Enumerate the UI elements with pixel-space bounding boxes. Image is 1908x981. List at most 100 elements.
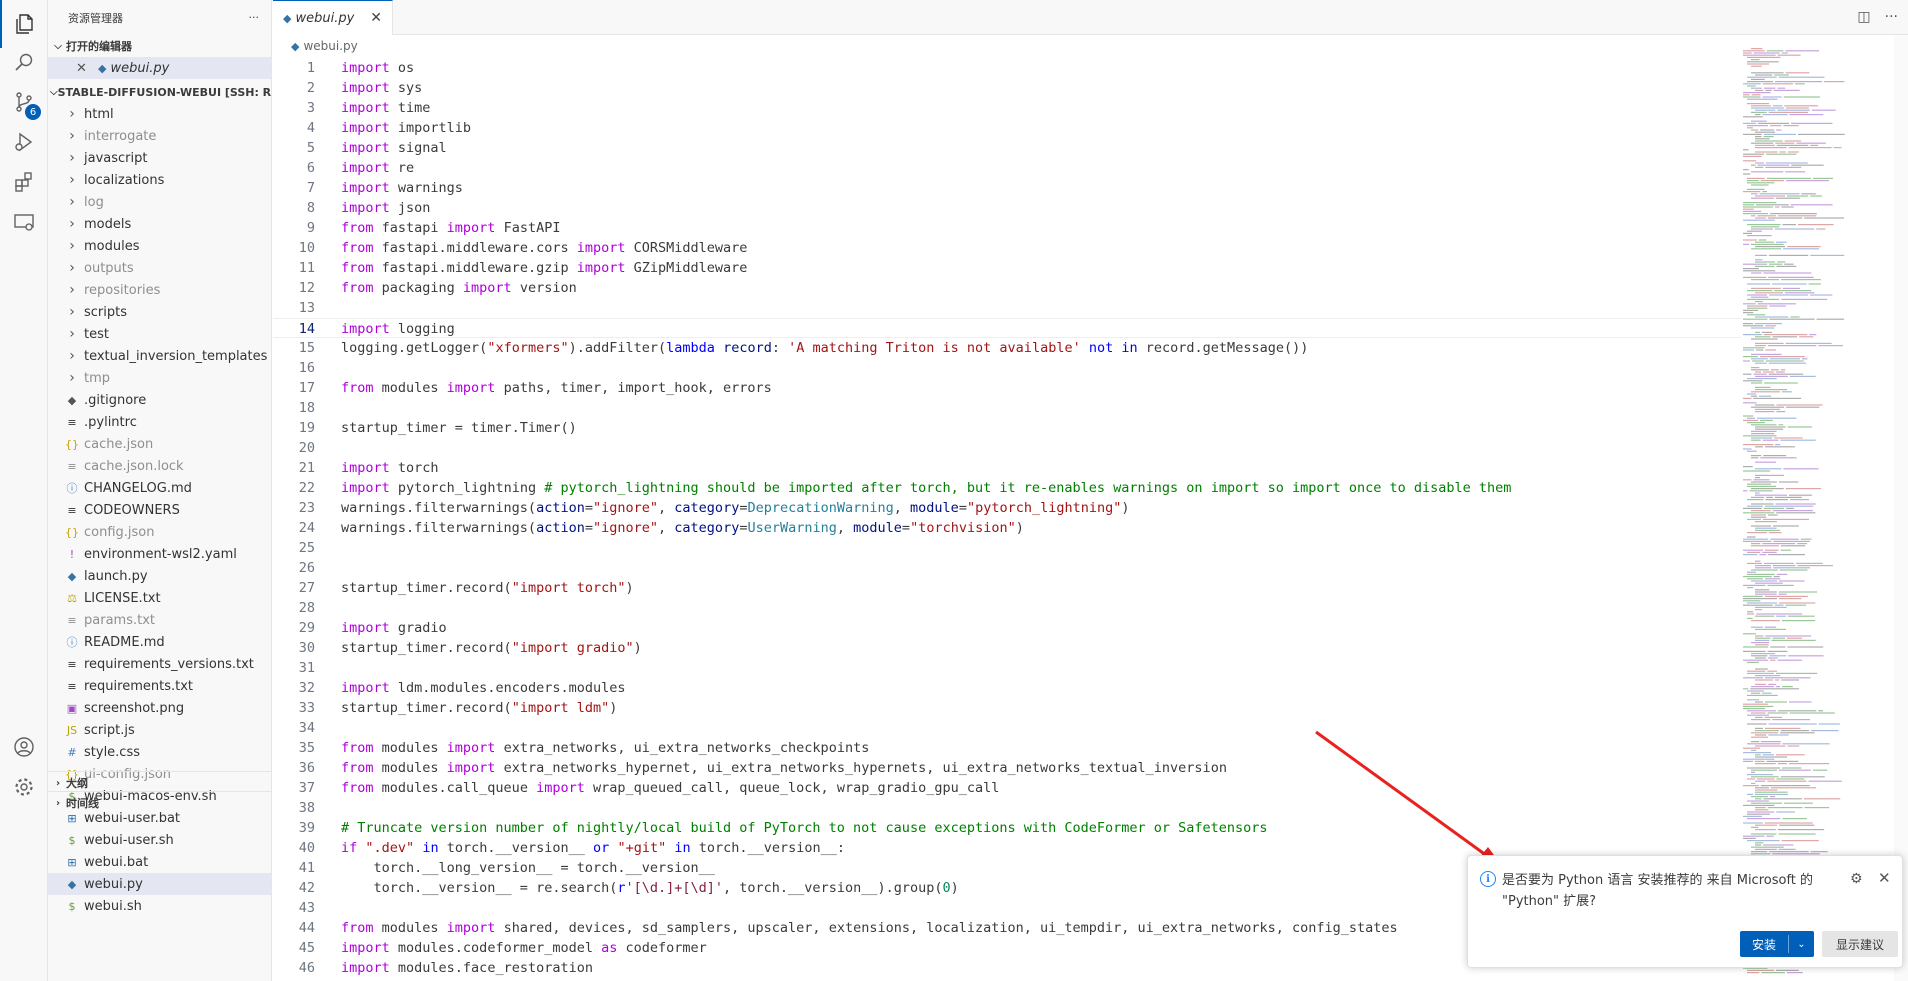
code-line[interactable]: 24 warnings.filterwarnings(action="ignore… — [273, 518, 1773, 538]
tree-item[interactable]: ≡ requirements_versions.txt — [48, 653, 271, 675]
tree-item[interactable]: ◆ .gitignore — [48, 389, 271, 411]
code-line[interactable]: 10 from fastapi.middleware.cors import CO… — [273, 238, 1773, 258]
code-line[interactable]: 39 # Truncate version number of nightly/l… — [273, 818, 1773, 838]
tree-item[interactable]: › repositories — [48, 279, 271, 301]
code-editor[interactable]: 1 import os 2 import sys 3 import time 4 import… — [273, 58, 1773, 981]
code-line[interactable]: 11 from fastapi.middleware.gzip import GZ… — [273, 258, 1773, 278]
tree-item[interactable]: {} cache.json — [48, 433, 271, 455]
code-line[interactable]: 8 import json — [273, 198, 1773, 218]
tree-item[interactable]: › localizations — [48, 169, 271, 191]
workspace-section[interactable]: ⌵ STABLE-DIFFUSION-WEBUI [SSH: RE... — [48, 81, 271, 103]
tree-item[interactable]: ⊞ webui.bat — [48, 851, 271, 873]
code-line[interactable]: 12 from packaging import version — [273, 278, 1773, 298]
tree-item[interactable]: # style.css — [48, 741, 271, 763]
split-editor-icon[interactable]: ◫ — [1857, 9, 1870, 25]
remote-explorer-activity[interactable] — [0, 198, 48, 246]
code-line[interactable]: 28 — [273, 598, 1773, 618]
code-line[interactable]: 25 — [273, 538, 1773, 558]
code-line[interactable]: 3 import time — [273, 98, 1773, 118]
code-line[interactable]: 35 from modules import extra_networks, ui… — [273, 738, 1773, 758]
install-button[interactable]: 安装 ⌄ — [1740, 931, 1814, 957]
code-line[interactable]: 16 — [273, 358, 1773, 378]
tree-item[interactable]: ! environment-wsl2.yaml — [48, 543, 271, 565]
code-line[interactable]: 37 from modules.call_queue import wrap_qu… — [273, 778, 1773, 798]
code-line[interactable]: 20 — [273, 438, 1773, 458]
tree-item[interactable]: › models — [48, 213, 271, 235]
tree-item[interactable]: › tmp — [48, 367, 271, 389]
minimap[interactable] — [1741, 44, 1849, 981]
code-line[interactable]: 32 import ldm.modules.encoders.modules — [273, 678, 1773, 698]
tree-item[interactable]: JS script.js — [48, 719, 271, 741]
code-line[interactable]: 38 — [273, 798, 1773, 818]
tree-item[interactable]: ≡ requirements.txt — [48, 675, 271, 697]
code-line[interactable]: 30 startup_timer.record("import gradio") — [273, 638, 1773, 658]
tree-item[interactable]: › interrogate — [48, 125, 271, 147]
open-editors-section[interactable]: ⌵ 打开的编辑器 — [48, 35, 271, 57]
breadcrumb[interactable]: ◆ webui.py — [273, 35, 1908, 57]
tree-item[interactable]: ◆ webui.py — [48, 873, 271, 895]
tree-item[interactable]: $ webui-user.sh — [48, 829, 271, 851]
code-line[interactable]: 17 from modules import paths, timer, impo… — [273, 378, 1773, 398]
open-editor-item[interactable]: ✕ ◆ webui.py — [48, 57, 271, 79]
code-line[interactable]: 36 from modules import extra_networks_hyp… — [273, 758, 1773, 778]
minimap-line — [1789, 375, 1816, 377]
minimap-line — [1755, 246, 1786, 248]
tree-item[interactable]: › html — [48, 103, 271, 125]
tree-item[interactable]: $ webui.sh — [48, 895, 271, 917]
more-actions-icon[interactable]: ··· — [1885, 9, 1898, 25]
tree-item[interactable]: ⓘ CHANGELOG.md — [48, 477, 271, 499]
tree-item[interactable]: {} config.json — [48, 521, 271, 543]
timeline-section[interactable]: › 时间线 — [48, 791, 271, 814]
manage-activity[interactable] — [0, 763, 48, 811]
code-line[interactable]: 18 — [273, 398, 1773, 418]
code-line[interactable]: 2 import sys — [273, 78, 1773, 98]
tree-item[interactable]: ≡ cache.json.lock — [48, 455, 271, 477]
minimap-line — [1743, 219, 1775, 221]
code-line[interactable]: 19 startup_timer = timer.Timer() — [273, 418, 1773, 438]
code-line[interactable]: 14 import logging — [273, 318, 1773, 338]
tree-item[interactable]: › textual_inversion_templates — [48, 345, 271, 367]
tree-item[interactable]: ▣ screenshot.png — [48, 697, 271, 719]
code-line[interactable]: 1 import os — [273, 58, 1773, 78]
tree-item[interactable]: › log — [48, 191, 271, 213]
code-line[interactable]: 23 warnings.filterwarnings(action="ignore… — [273, 498, 1773, 518]
code-line[interactable]: 6 import re — [273, 158, 1773, 178]
tree-item[interactable]: › javascript — [48, 147, 271, 169]
tree-item[interactable]: ⓘ README.md — [48, 631, 271, 653]
code-line[interactable]: 4 import importlib — [273, 118, 1773, 138]
code-line[interactable]: 15 logging.getLogger("xformers").addFilte… — [273, 338, 1773, 358]
minimap-line — [1743, 312, 1754, 314]
code-line[interactable]: 31 — [273, 658, 1773, 678]
code-line[interactable]: 34 — [273, 718, 1773, 738]
code-line[interactable]: 22 import pytorch_lightning # pytorch_lig… — [273, 478, 1773, 498]
vertical-scrollbar[interactable] — [1894, 35, 1908, 981]
tab-close-icon[interactable]: ✕ — [370, 10, 382, 26]
code-line[interactable]: 9 from fastapi import FastAPI — [273, 218, 1773, 238]
tree-item[interactable]: › modules — [48, 235, 271, 257]
chevron-down-icon[interactable]: ⌄ — [1789, 939, 1814, 950]
close-icon[interactable]: ✕ — [1878, 869, 1891, 887]
tree-item[interactable]: ≡ .pylintrc — [48, 411, 271, 433]
code-line[interactable]: 29 import gradio — [273, 618, 1773, 638]
tab-webui-py[interactable]: ◆ webui.py ✕ — [273, 0, 393, 35]
more-actions-icon[interactable]: ··· — [249, 11, 260, 24]
tree-item[interactable]: ≡ params.txt — [48, 609, 271, 631]
code-line[interactable]: 26 — [273, 558, 1773, 578]
tree-item[interactable]: › outputs — [48, 257, 271, 279]
code-line[interactable]: 5 import signal — [273, 138, 1773, 158]
chevron-right-icon: › — [69, 370, 75, 386]
tree-item[interactable]: ◆ launch.py — [48, 565, 271, 587]
code-line[interactable]: 21 import torch — [273, 458, 1773, 478]
tree-item[interactable]: ⚖ LICENSE.txt — [48, 587, 271, 609]
code-line[interactable]: 13 — [273, 298, 1773, 318]
tree-item[interactable]: › scripts — [48, 301, 271, 323]
code-line[interactable]: 27 startup_timer.record("import torch") — [273, 578, 1773, 598]
tree-item[interactable]: ≡ CODEOWNERS — [48, 499, 271, 521]
gear-icon[interactable]: ⚙ — [1850, 871, 1863, 887]
tree-item[interactable]: › test — [48, 323, 271, 345]
minimap-line — [1743, 466, 1753, 468]
show-suggestions-button[interactable]: 显示建议 — [1822, 931, 1898, 957]
code-line[interactable]: 33 startup_timer.record("import ldm") — [273, 698, 1773, 718]
code-line[interactable]: 7 import warnings — [273, 178, 1773, 198]
close-icon[interactable]: ✕ — [76, 61, 92, 76]
